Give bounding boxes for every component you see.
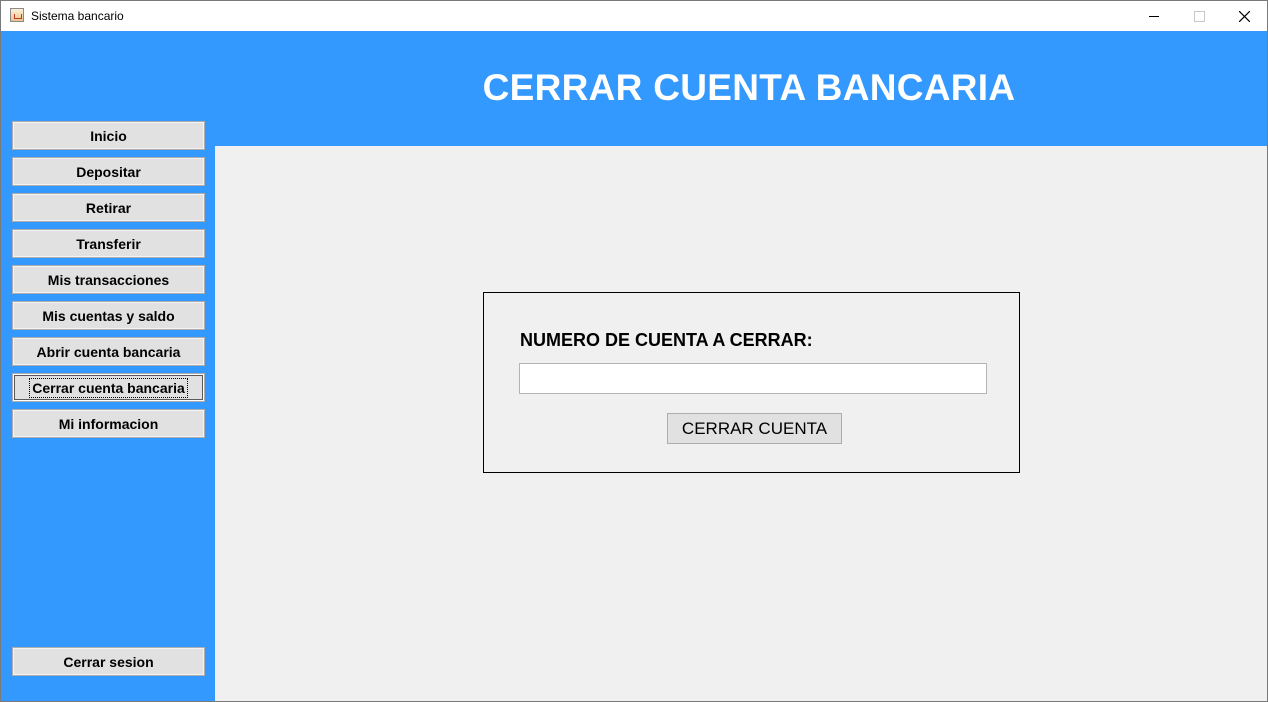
logout-button[interactable]: Cerrar sesion — [12, 647, 205, 676]
sidebar-item-label: Depositar — [76, 163, 141, 180]
page-title: CERRAR CUENTA BANCARIA — [482, 67, 1016, 108]
close-window-button[interactable] — [1221, 1, 1267, 31]
sidebar-item-mis-transacciones[interactable]: Mis transacciones — [12, 265, 205, 294]
maximize-icon — [1193, 10, 1205, 22]
account-number-input[interactable] — [519, 363, 987, 394]
sidebar-item-inicio[interactable]: Inicio — [12, 121, 205, 150]
maximize-button[interactable] — [1176, 1, 1222, 31]
sidebar-item-mis-cuentas[interactable]: Mis cuentas y saldo — [12, 301, 205, 330]
minimize-icon — [1149, 15, 1159, 17]
sidebar-item-retirar[interactable]: Retirar — [12, 193, 205, 222]
sidebar-item-label: Abrir cuenta bancaria — [36, 343, 181, 360]
window-title: Sistema bancario — [31, 9, 124, 23]
title-bar[interactable]: Sistema bancario — [1, 1, 1267, 31]
sidebar-item-label: Mis transacciones — [47, 271, 170, 288]
sidebar-item-label: Mis cuentas y saldo — [42, 307, 175, 324]
page-header: CERRAR CUENTA BANCARIA — [215, 31, 1267, 146]
app-window: Sistema bancario Inicio Depositar Retira… — [0, 0, 1268, 702]
close-icon — [1238, 10, 1250, 22]
close-account-button[interactable]: CERRAR CUENTA — [667, 413, 842, 444]
sidebar: Inicio Depositar Retirar Transferir Mis … — [1, 31, 215, 701]
sidebar-item-label: Transferir — [76, 235, 141, 252]
sidebar-item-label: Retirar — [85, 199, 132, 216]
sidebar-item-label: Cerrar cuenta bancaria — [29, 377, 188, 398]
account-number-label: NUMERO DE CUENTA A CERRAR: — [520, 330, 813, 350]
minimize-button[interactable] — [1131, 1, 1177, 31]
sidebar-item-cerrar-cuenta[interactable]: Cerrar cuenta bancaria — [12, 373, 205, 402]
sidebar-item-transferir[interactable]: Transferir — [12, 229, 205, 258]
java-app-icon — [10, 8, 24, 22]
sidebar-item-mi-informacion[interactable]: Mi informacion — [12, 409, 205, 438]
sidebar-item-abrir-cuenta[interactable]: Abrir cuenta bancaria — [12, 337, 205, 366]
sidebar-item-label: Inicio — [90, 127, 127, 144]
close-account-form: NUMERO DE CUENTA A CERRAR: CERRAR CUENTA — [483, 292, 1020, 473]
logout-label: Cerrar sesion — [63, 653, 154, 670]
sidebar-item-label: Mi informacion — [58, 415, 159, 432]
sidebar-item-depositar[interactable]: Depositar — [12, 157, 205, 186]
